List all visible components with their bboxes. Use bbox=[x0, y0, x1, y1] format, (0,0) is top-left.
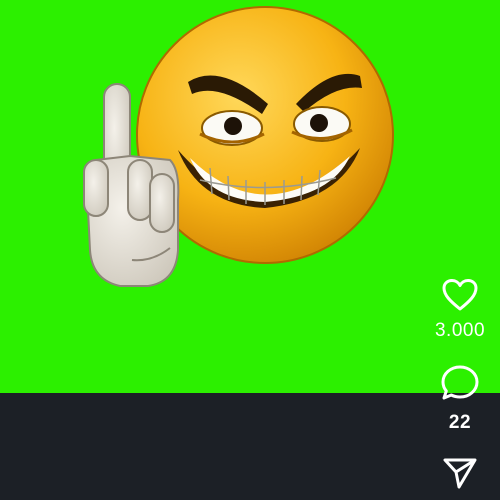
angry-emoji-sticker bbox=[83, 6, 394, 287]
comment-bubble-icon bbox=[441, 365, 479, 400]
like-button[interactable]: 3.000 bbox=[435, 278, 485, 342]
share-button[interactable] bbox=[442, 456, 478, 490]
send-paper-plane-icon bbox=[443, 458, 477, 489]
action-bar: 3.000 22 bbox=[420, 270, 500, 490]
heart-icon bbox=[442, 279, 478, 311]
like-count: 3.000 bbox=[434, 320, 486, 341]
comment-button[interactable]: 22 bbox=[440, 364, 480, 434]
comment-count: 22 bbox=[448, 412, 472, 433]
